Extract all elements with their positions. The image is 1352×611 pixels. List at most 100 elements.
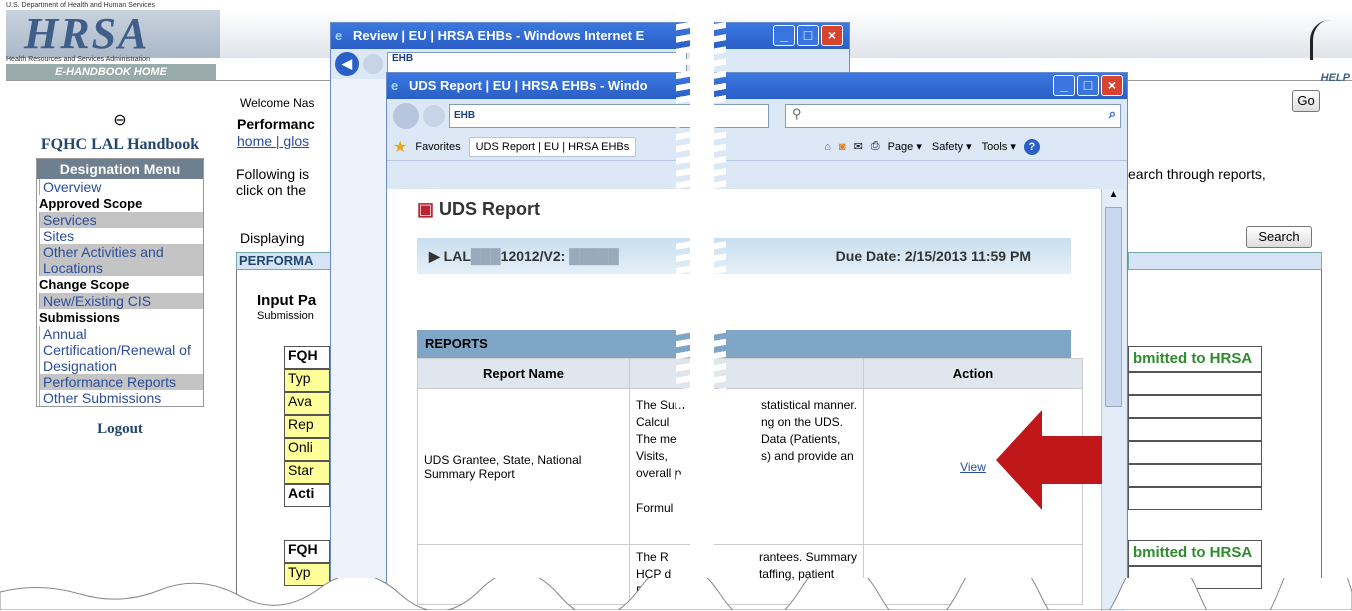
forward-button[interactable] (363, 54, 383, 74)
fqhc-row: Rep (284, 415, 330, 438)
fqhc-header-2: FQH (284, 540, 330, 563)
report-icon: ▣ (417, 199, 435, 219)
help-icon[interactable]: ? (1023, 138, 1040, 155)
red-arrow-icon (996, 410, 1102, 510)
fqhc-row: Typ (284, 369, 330, 392)
uds-window-controls: _ □ × (1053, 75, 1123, 96)
ie-icon: e (335, 28, 343, 43)
close-button[interactable]: × (821, 25, 843, 46)
back-button[interactable] (393, 103, 419, 129)
ie-icon: e (391, 78, 399, 93)
uds-title-text: UDS Report (439, 199, 541, 219)
mail-icon[interactable]: ✉ (854, 140, 863, 153)
maximize-button[interactable]: □ (797, 25, 819, 46)
performance-band-right (1128, 252, 1322, 270)
minimize-button[interactable]: _ (773, 25, 795, 46)
performance-band: PERFORMA (236, 252, 332, 270)
favorites-star-icon: ★ (393, 138, 408, 156)
sidebar-item-4[interactable]: Other Activities and Locations (39, 244, 203, 276)
home-icon[interactable]: ⌂ (824, 141, 831, 153)
toolbar-menu-2[interactable]: Tools ▾ (982, 140, 1016, 153)
desc-line: Data (Patients, (760, 432, 841, 446)
uds-report-page: ▣ UDS Report ▶ LAL███12012/V2: █████ Due… (387, 189, 1101, 611)
due-date: Due Date: 2/15/2013 11:59 PM (835, 248, 1031, 264)
minimize-button[interactable]: _ (1053, 75, 1075, 96)
lal-banner[interactable]: ▶ LAL███12012/V2: █████ Due Date: 2/15/2… (417, 238, 1071, 274)
col-report-name: Report Name (417, 358, 630, 389)
scrollbar[interactable]: ▲ (1101, 189, 1125, 611)
reports-section: REPORTS Report Name Action UDS Grantee, … (417, 330, 1083, 605)
menu-head: Designation Menu (37, 159, 203, 179)
submission-text: Submission (257, 310, 314, 322)
favorites-button[interactable]: Favorites (415, 141, 460, 153)
print-icon[interactable]: ⎙ (871, 140, 880, 153)
scroll-up-icon[interactable]: ▲ (1102, 189, 1125, 207)
review-window-title: Review | EU | HRSA EHBs - Windows Intern… (353, 28, 645, 43)
toolbar-menu-0[interactable]: Page ▾ (888, 140, 922, 153)
sidebar-item-0[interactable]: Overview (39, 179, 203, 195)
scroll-thumb[interactable] (1105, 207, 1122, 407)
fqhc-row: Star (284, 461, 330, 484)
review-window-controls: _ □ × (773, 25, 843, 46)
uds-titlebar[interactable]: e UDS Report | EU | HRSA EHBs - Windo (387, 73, 1127, 99)
search-box[interactable]: ⌕ ⚲ (785, 104, 1121, 128)
favorites-bar: ★ Favorites UDS Report | EU | HRSA EHBs … (387, 133, 1127, 161)
uds-ie-window: e UDS Report | EU | HRSA EHBs - Windo _ … (386, 72, 1128, 611)
reports-header: REPORTS (417, 330, 1071, 358)
redacted-id: ███ (470, 248, 501, 264)
report-desc-cell: The Sum Calcul The me Visits, overall p Formu… (629, 388, 864, 545)
view-link[interactable]: View (960, 460, 986, 474)
uds-page-title: ▣ UDS Report (387, 189, 1101, 220)
submitted-header-2: bmitted to HRSA (1128, 540, 1262, 566)
desc-line: rantees. Summary (758, 550, 857, 564)
performance-title: Performanc (237, 116, 315, 132)
handbook-title: FQHC LAL Handbook (40, 136, 200, 153)
forward-button[interactable] (423, 105, 445, 127)
sidebar-item-9[interactable]: Performance Reports (39, 374, 203, 390)
sidebar-item-3[interactable]: Sites (39, 228, 203, 244)
logout-link[interactable]: Logout (36, 421, 204, 438)
sidebar-item-5: Change Scope (39, 277, 130, 292)
toolbar-menu-1[interactable]: Safety ▾ (932, 140, 972, 153)
rss-icon[interactable]: ◙ (839, 141, 846, 153)
help-link[interactable]: HELP (1321, 72, 1350, 84)
sidebar-item-8[interactable]: Annual Certification/Renewal of Designat… (39, 326, 203, 374)
fqhc-row: Ava (284, 392, 330, 415)
sidebar-item-6[interactable]: New/Existing CIS (39, 293, 203, 309)
col-action: Action (863, 358, 1083, 389)
breadcrumb-links[interactable]: home | glos (237, 133, 309, 149)
expand-arrow-icon[interactable]: ▶ (417, 248, 440, 264)
hhs-line: U.S. Department of Health and Human Serv… (6, 2, 156, 9)
redacted-name: █████ (569, 248, 619, 264)
uds-nav-bar: EHB ⌕ ⚲ (387, 99, 1127, 133)
left-navigation: ⊖ FQHC LAL Handbook Designation Menu Ove… (36, 110, 204, 438)
tear-gap (690, 0, 714, 610)
search-button[interactable]: Search (1246, 226, 1312, 248)
review-titlebar[interactable]: e Review | EU | HRSA EHBs - Windows Inte… (331, 23, 849, 49)
lal-prefix: LAL (443, 248, 471, 264)
tear-edge (712, 0, 726, 610)
sidebar-item-7: Submissions (39, 310, 120, 325)
desc-line: The R (636, 550, 669, 564)
fqhc-table-1: FQH Typ Ava Rep Onli Star Acti (284, 346, 330, 507)
search-icon[interactable]: ⌕ (1109, 106, 1116, 122)
close-button[interactable]: × (1101, 75, 1123, 96)
go-button[interactable]: Go (1292, 90, 1320, 112)
search-through-text: earch through reports, (1128, 166, 1266, 182)
hrsa-logo[interactable]: HRSA (6, 10, 220, 58)
sidebar-item-10[interactable]: Other Submissions (39, 390, 203, 406)
sidebar-item-2[interactable]: Services (39, 212, 203, 228)
back-icon[interactable]: ⊖ (36, 110, 204, 130)
submitted-col-1: bmitted to HRSA (1128, 346, 1262, 510)
input-pa-heading: Input Pa (257, 292, 317, 309)
back-button[interactable]: ◀ (335, 52, 359, 76)
tab-uds-report[interactable]: UDS Report | EU | HRSA EHBs (468, 136, 637, 157)
fqhc-row: Onli (284, 438, 330, 461)
submitted-header: bmitted to HRSA (1128, 346, 1262, 372)
torn-bottom-edge (0, 578, 1352, 610)
report-name-cell: UDS Grantee, State, National Summary Rep… (417, 388, 630, 545)
ehandbook-home-link[interactable]: E-HANDBOOK HOME (6, 64, 216, 80)
designation-menu: Designation Menu Overview Approved Scope S… (36, 158, 204, 407)
maximize-button[interactable]: □ (1077, 75, 1099, 96)
desc-line: ng on the UDS. (760, 415, 844, 429)
